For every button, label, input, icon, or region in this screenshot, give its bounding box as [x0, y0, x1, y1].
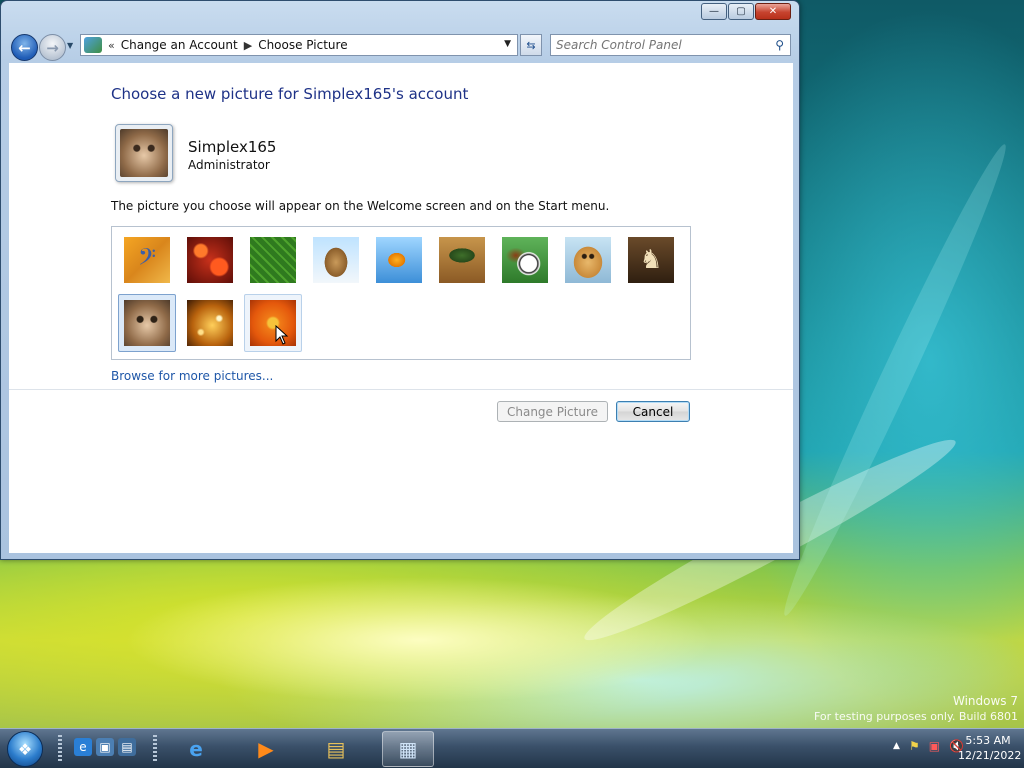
picture-tile-bonsai[interactable]: [433, 231, 491, 289]
clock-date: 12/21/2022: [958, 749, 1022, 762]
refresh-button[interactable]: ⇆: [520, 34, 542, 56]
picture-tile-puppy[interactable]: [559, 231, 617, 289]
goldfish-picture: [376, 237, 422, 283]
picture-tile-sports-balls[interactable]: [496, 231, 554, 289]
change-picture-button[interactable]: Change Picture: [497, 401, 608, 422]
back-arrow-icon: ←: [18, 38, 31, 57]
wallpaper-streak: [771, 138, 1019, 622]
close-icon: ✕: [768, 6, 778, 17]
quicklaunch-show-desktop-icon[interactable]: ▣: [96, 738, 114, 756]
window-controls: — ▢ ✕: [701, 3, 791, 20]
mouse-pointer-icon: [275, 325, 289, 345]
taskbar-media-player-button[interactable]: ▶: [240, 731, 292, 767]
green-leaf-picture: [250, 237, 296, 283]
bonsai-picture: [439, 237, 485, 283]
divider: [9, 389, 793, 390]
search-input[interactable]: [556, 38, 756, 52]
picture-tile-sparkles[interactable]: [181, 294, 239, 352]
navigation-bar: ← → ▼ « Change an Account ▶ Choose Pictu…: [9, 31, 793, 61]
maximize-button[interactable]: ▢: [728, 3, 754, 20]
sports-balls-picture: [502, 237, 548, 283]
show-hidden-icons-button[interactable]: ▲: [893, 741, 900, 751]
picture-tile-goldfish[interactable]: [370, 231, 428, 289]
kitten-picture: [120, 129, 168, 177]
forward-button[interactable]: →: [39, 34, 66, 61]
clock-time: 5:53 AM: [965, 734, 1011, 747]
page-title: Choose a new picture for Simplex165's ac…: [111, 85, 469, 103]
current-account-picture: [115, 124, 173, 182]
taskbar-control-panel-button[interactable]: ▦: [382, 731, 434, 767]
content-pane: Choose a new picture for Simplex165's ac…: [9, 63, 793, 553]
breadcrumb-separator-icon[interactable]: ▶: [244, 39, 252, 52]
picture-tile-orange-flower[interactable]: [244, 294, 302, 352]
control-panel-icon: ▦: [398, 737, 418, 761]
account-role: Administrator: [188, 158, 270, 172]
watermark-title: Windows 7: [952, 694, 1018, 708]
taskbar-grip[interactable]: [153, 735, 157, 763]
system-clock[interactable]: 5:53 AM 12/21/2022: [958, 733, 1022, 763]
picture-tile-chess-pieces[interactable]: ♞: [622, 231, 680, 289]
robot-picture: [313, 237, 359, 283]
browse-more-pictures-link[interactable]: Browse for more pictures...: [111, 369, 273, 383]
picture-tile-robot[interactable]: [307, 231, 365, 289]
watermark-build: For testing purposes only. Build 6801: [813, 710, 1018, 723]
taskbar-explorer-button[interactable]: ▤: [310, 731, 362, 767]
red-coral-picture: [187, 237, 233, 283]
notification-area: ▲ ⚑ ▣ 🔇: [893, 739, 964, 753]
quicklaunch-ie-icon[interactable]: e: [74, 738, 92, 756]
change-picture-window: — ▢ ✕ ← → ▼ « Change an Account ▶ Choose…: [0, 0, 800, 560]
search-box[interactable]: ⚲: [550, 34, 791, 56]
minimize-icon: —: [709, 6, 719, 17]
address-bar[interactable]: « Change an Account ▶ Choose Picture ▼: [80, 34, 518, 56]
back-button[interactable]: ←: [11, 34, 38, 61]
address-overflow-chevron[interactable]: «: [108, 39, 115, 52]
quicklaunch-switch-windows-icon[interactable]: ▤: [118, 738, 136, 756]
picture-tile-green-leaf[interactable]: [244, 231, 302, 289]
picture-tile-kitten[interactable]: [118, 294, 176, 352]
network-icon[interactable]: ▣: [929, 739, 940, 753]
puppy-picture: [565, 237, 611, 283]
internet-explorer-icon: e: [189, 737, 203, 761]
minimize-button[interactable]: —: [701, 3, 727, 20]
close-button[interactable]: ✕: [755, 3, 791, 20]
breadcrumb-choose-picture[interactable]: Choose Picture: [258, 38, 347, 52]
control-panel-icon: [84, 37, 102, 53]
cancel-button[interactable]: Cancel: [616, 401, 690, 422]
address-dropdown-icon[interactable]: ▼: [504, 39, 511, 49]
media-player-icon: ▶: [258, 737, 274, 761]
taskbar-grip[interactable]: [58, 735, 62, 763]
sparkles-picture: [187, 300, 233, 346]
recent-pages-button[interactable]: ▼: [67, 41, 73, 50]
refresh-icon: ⇆: [526, 38, 536, 52]
taskbar-ie-button[interactable]: e: [170, 731, 222, 767]
picture-tile-bass-clef[interactable]: 𝄢: [118, 231, 176, 289]
action-center-icon[interactable]: ⚑: [909, 739, 920, 753]
maximize-icon: ▢: [736, 6, 746, 17]
chess-pieces-picture: ♞: [628, 237, 674, 283]
picture-description: The picture you choose will appear on th…: [111, 199, 610, 213]
windows-watermark: Windows 7 For testing purposes only. Bui…: [814, 693, 1018, 725]
start-button[interactable]: ❖: [7, 731, 43, 767]
search-icon[interactable]: ⚲: [775, 38, 784, 52]
picture-tile-red-coral[interactable]: [181, 231, 239, 289]
kitten-picture: [124, 300, 170, 346]
orange-flower-picture: [250, 300, 296, 346]
windows-logo-icon: ❖: [17, 739, 33, 759]
breadcrumb-change-account[interactable]: Change an Account: [121, 38, 238, 52]
bass-clef-picture: 𝄢: [124, 237, 170, 283]
folder-icon: ▤: [326, 737, 346, 761]
picture-grid: 𝄢 ♞: [111, 226, 691, 360]
taskbar: ❖ e ▣ ▤ e ▶ ▤ ▦ ▲ ⚑ ▣ 🔇 5:53 AM 12/21/20…: [0, 728, 1024, 768]
forward-arrow-icon: →: [46, 38, 59, 57]
account-name: Simplex165: [188, 138, 277, 156]
chevron-down-icon: ▼: [67, 41, 74, 50]
